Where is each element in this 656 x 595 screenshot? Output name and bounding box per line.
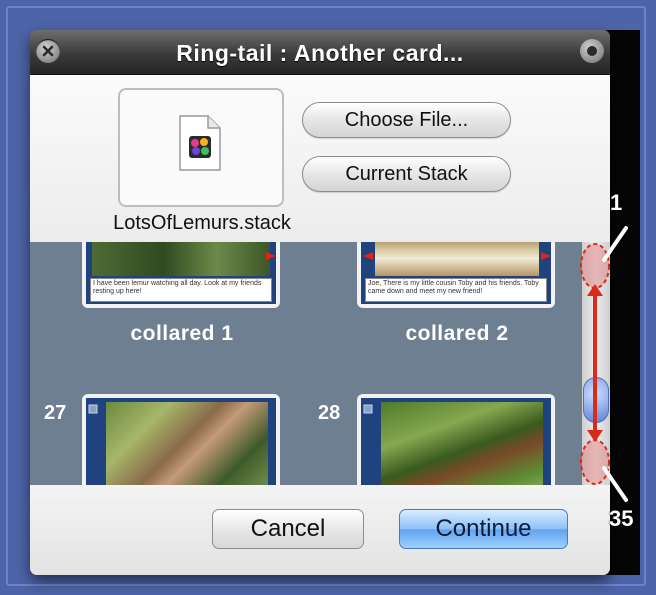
scroll-end-label: 35 bbox=[609, 506, 634, 531]
scroll-start-label: 1 bbox=[610, 190, 623, 215]
scroll-range-annotation bbox=[580, 226, 628, 502]
